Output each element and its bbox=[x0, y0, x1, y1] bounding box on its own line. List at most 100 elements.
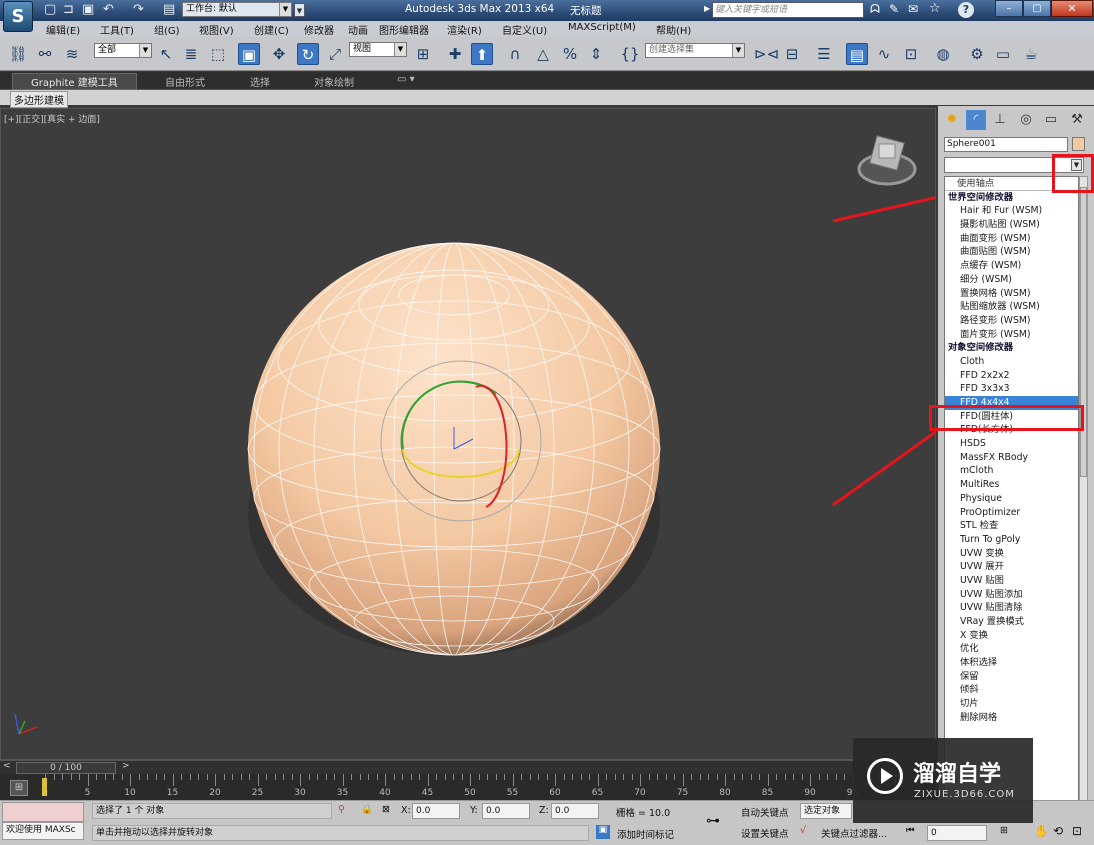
modifier-list-item[interactable]: ProOptimizer bbox=[945, 506, 1078, 520]
modifier-list-item[interactable]: UVW 贴图清除 bbox=[945, 601, 1078, 615]
motion-tab-icon[interactable]: ◎ bbox=[1016, 110, 1036, 130]
modifier-list-item[interactable]: 优化 bbox=[945, 642, 1078, 656]
rect-selection-icon[interactable]: ⬚ bbox=[207, 43, 229, 65]
modifier-list-scrollbar[interactable] bbox=[1079, 176, 1088, 810]
mirror-icon[interactable]: ⊳⊲ bbox=[754, 43, 779, 65]
bind-spacewarp-icon[interactable]: ≋ bbox=[61, 43, 83, 65]
graphite-toggle-icon[interactable]: ▤ bbox=[846, 43, 868, 65]
material-editor-icon[interactable]: ◍ bbox=[932, 43, 954, 65]
set-key-icon[interactable]: ⊶ bbox=[706, 813, 720, 829]
next-frame-icon[interactable]: > bbox=[122, 761, 130, 771]
modifier-list-item[interactable]: X 变换 bbox=[945, 629, 1078, 643]
new-file-icon[interactable]: ▢ bbox=[44, 2, 56, 17]
front-viewport[interactable]: [+][正交][真实 + 边面] bbox=[0, 108, 936, 760]
key-mode-select[interactable]: 选定对象 bbox=[800, 803, 852, 819]
modifier-list-item[interactable]: 曲面变形 (WSM) bbox=[945, 232, 1078, 246]
add-time-tag-text[interactable]: 添加时间标记 bbox=[617, 827, 674, 841]
modifier-list-item[interactable]: UVW 展开 bbox=[945, 560, 1078, 574]
modifier-list-item[interactable]: STL 检查 bbox=[945, 519, 1078, 533]
search-input[interactable]: 键入关键字或短语 bbox=[712, 2, 864, 18]
modifier-list-item[interactable]: 细分 (WSM) bbox=[945, 273, 1078, 287]
modifier-list-item[interactable]: 删除网格 bbox=[945, 711, 1078, 725]
add-time-tag-icon[interactable]: ▣ bbox=[596, 825, 610, 839]
select-by-name-icon[interactable]: ≣ bbox=[180, 43, 202, 65]
reference-coord-select[interactable]: 视图 ▼ bbox=[349, 42, 407, 57]
edit-named-sets-icon[interactable]: {} bbox=[619, 43, 641, 65]
display-tab-icon[interactable]: ▭ bbox=[1041, 110, 1061, 130]
scale-icon[interactable]: ⤢ bbox=[324, 43, 346, 65]
create-tab-icon[interactable]: ✹ bbox=[942, 110, 962, 130]
window-crossing-icon[interactable]: ▣ bbox=[238, 43, 260, 65]
menu-rendering[interactable]: 渲染(R) bbox=[447, 22, 482, 37]
sphere-object[interactable] bbox=[247, 242, 661, 656]
spinner-snap-icon[interactable]: ⇕ bbox=[585, 43, 607, 65]
object-color-swatch[interactable] bbox=[1072, 137, 1085, 151]
menu-group[interactable]: 组(G) bbox=[154, 22, 180, 37]
percent-snap-icon[interactable]: % bbox=[559, 43, 581, 65]
menu-edit[interactable]: 编辑(E) bbox=[46, 22, 80, 37]
utilities-tab-icon[interactable]: ⚒ bbox=[1067, 110, 1087, 130]
modifier-list-item[interactable]: mCloth bbox=[945, 464, 1078, 478]
menu-help[interactable]: 帮助(H) bbox=[656, 22, 691, 37]
save-file-icon[interactable]: ▣ bbox=[82, 2, 94, 17]
app-logo[interactable]: S bbox=[3, 1, 33, 32]
x-coordinate-field[interactable]: 0.0 bbox=[412, 803, 460, 819]
open-file-icon[interactable]: ⊐ bbox=[63, 2, 74, 17]
modifier-list-item[interactable]: Hair 和 Fur (WSM) bbox=[945, 204, 1078, 218]
modifier-list-item[interactable]: 体积选择 bbox=[945, 656, 1078, 670]
isolate-icon[interactable]: ⚲ bbox=[338, 804, 345, 815]
goto-start-icon[interactable]: ⏮ bbox=[906, 825, 915, 836]
z-coordinate-field[interactable]: 0.0 bbox=[551, 803, 599, 819]
modifier-list-item[interactable]: MultiRes bbox=[945, 478, 1078, 492]
modifier-list-item[interactable]: MassFX RBody bbox=[945, 451, 1078, 465]
help-icon[interactable]: ? bbox=[958, 2, 974, 18]
modifier-list-item[interactable]: 贴图缩放器 (WSM) bbox=[945, 300, 1078, 314]
subscription-icon[interactable]: ✎ bbox=[889, 2, 899, 16]
rotate-icon[interactable]: ↻ bbox=[297, 43, 319, 65]
undo-icon[interactable]: ↶ bbox=[103, 2, 114, 17]
menu-animation[interactable]: 动画 bbox=[348, 22, 368, 37]
modifier-list-item[interactable]: 倾斜 bbox=[945, 683, 1078, 697]
prev-frame-icon[interactable]: < bbox=[3, 761, 11, 771]
layer-manager-icon[interactable]: ☰ bbox=[813, 43, 835, 65]
render-setup-icon[interactable]: ⚙ bbox=[966, 43, 988, 65]
track-bar-key-icon[interactable]: ⊞ bbox=[10, 780, 28, 796]
minimize-button[interactable]: – bbox=[995, 0, 1023, 17]
tab-object-paint[interactable]: 对象绘制 bbox=[314, 74, 354, 89]
modifier-list-item[interactable]: VRay 置换模式 bbox=[945, 615, 1078, 629]
key-filters-button[interactable]: 关键点过滤器... bbox=[821, 826, 887, 840]
object-name-field[interactable]: Sphere001 bbox=[944, 137, 1068, 152]
close-button[interactable]: ✕ bbox=[1051, 0, 1093, 17]
workspace-menu-icon[interactable]: ▼ bbox=[294, 3, 305, 17]
current-frame-field[interactable]: 0 bbox=[927, 825, 987, 841]
maximize-viewport-icon[interactable]: ⊡ bbox=[1072, 824, 1082, 838]
move-icon[interactable]: ✥ bbox=[268, 43, 290, 65]
modifier-list-item[interactable]: FFD 3x3x3 bbox=[945, 382, 1078, 396]
named-selection-set-select[interactable]: 创建选择集 ▼ bbox=[645, 43, 745, 58]
key-mode-toggle-icon[interactable]: ⊞ bbox=[1000, 825, 1008, 836]
favorites-star-icon[interactable]: ☆ bbox=[929, 1, 941, 16]
modifier-list-item[interactable]: Physique bbox=[945, 492, 1078, 506]
ribbon-options-icon[interactable]: ▭ ▾ bbox=[397, 74, 415, 85]
schematic-view-icon[interactable]: ⊡ bbox=[900, 43, 922, 65]
curve-editor-icon[interactable]: ∿ bbox=[873, 43, 895, 65]
hierarchy-tab-icon[interactable]: ⊥ bbox=[990, 110, 1010, 130]
viewcube[interactable] bbox=[857, 135, 917, 186]
orbit-icon[interactable]: ⟲ bbox=[1053, 824, 1063, 838]
tab-freeform[interactable]: 自由形式 bbox=[165, 74, 205, 89]
align-icon[interactable]: ⊟ bbox=[781, 43, 803, 65]
maxscript-mini-listener[interactable]: 欢迎使用 MAXSc bbox=[2, 822, 84, 840]
menu-create[interactable]: 创建(C) bbox=[254, 22, 289, 37]
project-folder-icon[interactable]: ▤ bbox=[163, 2, 175, 17]
set-key-button[interactable]: 设置关键点 bbox=[741, 826, 789, 840]
link-icon[interactable]: ⛓ bbox=[7, 43, 29, 65]
snaps-toggle-icon[interactable]: ∩ bbox=[504, 43, 526, 65]
pivot-center-icon[interactable]: ⊞ bbox=[412, 43, 434, 65]
modifier-list-item[interactable]: 摄影机贴图 (WSM) bbox=[945, 218, 1078, 232]
absolute-mode-icon[interactable]: ⊠ bbox=[382, 804, 390, 815]
modifier-list-item[interactable]: 路径变形 (WSM) bbox=[945, 314, 1078, 328]
modifier-list-item[interactable]: 曲面贴图 (WSM) bbox=[945, 245, 1078, 259]
modifier-list-item[interactable]: 点缓存 (WSM) bbox=[945, 259, 1078, 273]
communication-icon[interactable]: ✉ bbox=[908, 2, 918, 16]
track-bar[interactable]: 05101520253035404550556065707580859095 bbox=[0, 774, 936, 800]
